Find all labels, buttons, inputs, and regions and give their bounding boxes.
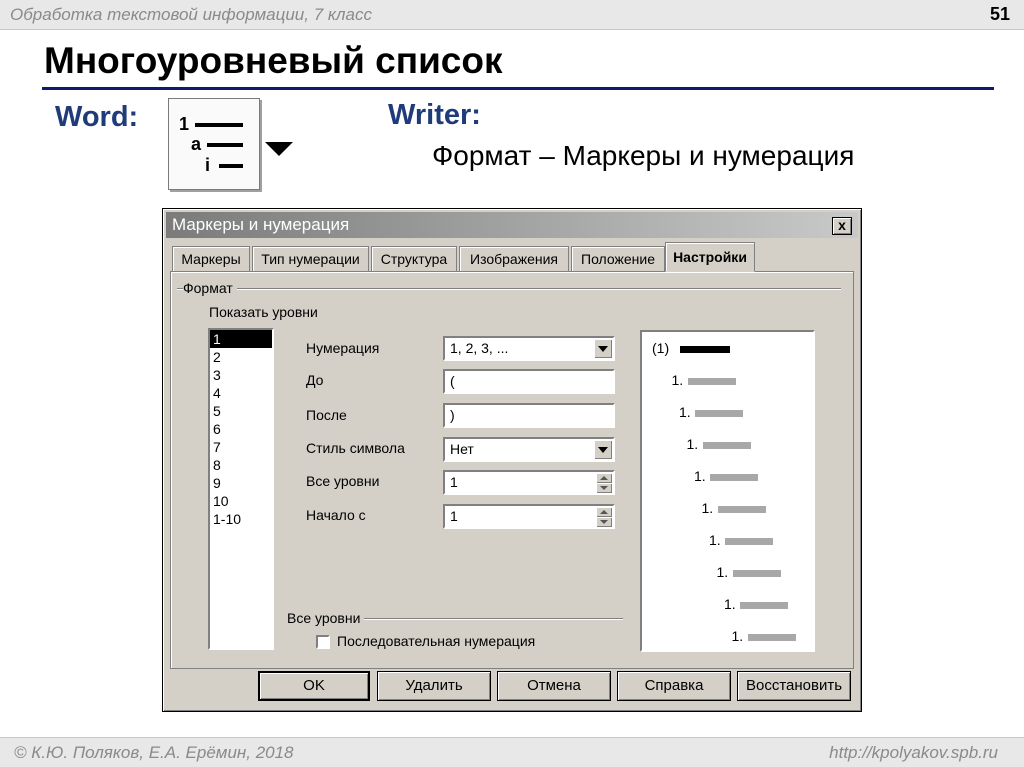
tab-images[interactable]: Изображения — [459, 246, 569, 272]
slide-title: Многоуровневый список — [44, 40, 503, 81]
level-item[interactable]: 1 — [210, 330, 272, 348]
slide-subtitle: Обработка текстовой информации, 7 класс — [10, 5, 372, 24]
after-label: После — [306, 407, 347, 423]
preview-number: 1. — [709, 532, 721, 548]
preview-line — [702, 442, 751, 449]
slide-footer: © К.Ю. Поляков, Е.А. Ерёмин, 2018 http:/… — [0, 737, 1024, 767]
consecutive-numbering-checkbox[interactable] — [316, 635, 330, 649]
preview-line — [725, 538, 773, 545]
before-label: До — [306, 372, 324, 388]
char-style-value: Нет — [450, 441, 474, 457]
ok-button[interactable]: OK — [258, 671, 370, 701]
preview-number: (1) — [652, 340, 670, 356]
level-item[interactable]: 2 — [210, 348, 272, 366]
level-item[interactable]: 4 — [210, 384, 272, 402]
preview-line — [740, 602, 788, 609]
preview-line — [680, 346, 730, 353]
footer-url[interactable]: http://kpolyakov.spb.ru — [829, 743, 998, 763]
preview-line — [732, 570, 781, 577]
chevron-down-icon[interactable] — [594, 339, 612, 358]
delete-button[interactable]: Удалить — [377, 671, 491, 701]
tab-bullets[interactable]: Маркеры — [172, 246, 250, 272]
preview-number: 1. — [671, 372, 684, 388]
all-levels-label: Все уровни — [306, 473, 380, 489]
all-levels-value: 1 — [450, 474, 458, 490]
bullets-numbering-dialog: Маркеры и нумерация x Маркеры Тип нумера… — [162, 208, 862, 712]
level-item[interactable]: 3 — [210, 366, 272, 384]
after-input[interactable]: ) — [443, 403, 615, 428]
preview-line — [695, 410, 743, 417]
preview-line — [710, 474, 758, 481]
level-item[interactable]: 5 — [210, 402, 272, 420]
level-item[interactable]: 10 — [210, 492, 272, 510]
dialog-titlebar[interactable]: Маркеры и нумерация x — [166, 212, 858, 238]
start-at-value: 1 — [450, 508, 458, 524]
stepper-up-icon[interactable] — [596, 473, 612, 483]
char-style-label: Стиль символа — [306, 440, 405, 456]
tab-position[interactable]: Положение — [571, 246, 665, 272]
writer-menu-path: Формат – Маркеры и нумерация — [432, 140, 855, 171]
close-icon[interactable]: x — [832, 217, 852, 235]
level-item[interactable]: 1-10 — [210, 510, 272, 528]
tab-panel-options: Формат Показать уровни 1 2 3 4 5 6 7 8 9 10 1-10 Н… — [170, 271, 854, 669]
levels-list[interactable]: 1 2 3 4 5 6 7 8 9 10 1-10 — [208, 328, 274, 650]
word-list-line — [207, 143, 243, 147]
tab-outline[interactable]: Структура — [371, 246, 457, 272]
slide-number: 51 — [989, 4, 1010, 24]
reset-button[interactable]: Восстановить — [737, 671, 851, 701]
level-item[interactable]: 9 — [210, 474, 272, 492]
all-levels-stepper[interactable]: 1 — [443, 470, 615, 495]
tab-numbering-type[interactable]: Тип нумерации — [252, 246, 369, 272]
preview-line — [747, 634, 796, 641]
numbering-label: Нумерация — [306, 340, 380, 356]
word-list-row-1: 1 — [179, 114, 190, 134]
numbering-select[interactable]: 1, 2, 3, ... — [443, 336, 615, 361]
stepper-down-icon[interactable] — [596, 483, 612, 493]
help-button[interactable]: Справка — [617, 671, 731, 701]
preview-number: 1. — [731, 628, 744, 644]
slide-header: Обработка текстовой информации, 7 класс … — [0, 0, 1024, 30]
tab-options[interactable]: Настройки — [665, 242, 755, 272]
word-list-row-3: i — [205, 155, 211, 175]
preview-line — [717, 506, 766, 513]
chevron-down-icon[interactable] — [265, 142, 293, 156]
before-input[interactable]: ( — [443, 369, 615, 394]
multilevel-list-icon[interactable]: 1 a i — [168, 98, 260, 190]
stepper-down-icon[interactable] — [596, 517, 612, 527]
writer-label: Writer: — [388, 99, 481, 131]
level-item[interactable]: 7 — [210, 438, 272, 456]
level-item[interactable]: 8 — [210, 456, 272, 474]
word-label: Word: — [55, 101, 139, 133]
dialog-title: Маркеры и нумерация — [172, 215, 350, 234]
numbering-preview: (1) 1. 1. 1. 1. 1. 1. 1. 1. 1. — [640, 330, 815, 652]
cancel-button[interactable]: Отмена — [497, 671, 611, 701]
numbering-value: 1, 2, 3, ... — [450, 340, 509, 356]
show-levels-label: Показать уровни — [209, 304, 318, 320]
word-list-row-2: a — [191, 134, 202, 154]
consecutive-numbering-label[interactable]: Последовательная нумерация — [337, 633, 535, 649]
preview-number: 1. — [686, 436, 699, 452]
char-style-select[interactable]: Нет — [443, 437, 615, 462]
stepper-up-icon[interactable] — [596, 507, 612, 517]
format-group-rule — [177, 288, 841, 290]
preview-number: 1. — [694, 468, 706, 484]
preview-number: 1. — [724, 596, 736, 612]
format-group-label: Формат — [183, 280, 237, 296]
level-item[interactable]: 6 — [210, 420, 272, 438]
footer-author: © К.Ю. Поляков, Е.А. Ерёмин, 2018 — [14, 743, 294, 762]
word-list-line — [195, 123, 243, 127]
start-at-label: Начало с — [306, 507, 366, 523]
chevron-down-icon[interactable] — [594, 440, 612, 459]
title-underline — [42, 87, 994, 90]
start-at-stepper[interactable]: 1 — [443, 504, 615, 529]
preview-line — [687, 378, 736, 385]
preview-number: 1. — [716, 564, 729, 580]
word-list-line — [219, 164, 243, 168]
preview-number: 1. — [679, 404, 691, 420]
all-levels-group-label: Все уровни — [287, 610, 365, 626]
preview-number: 1. — [701, 500, 714, 516]
